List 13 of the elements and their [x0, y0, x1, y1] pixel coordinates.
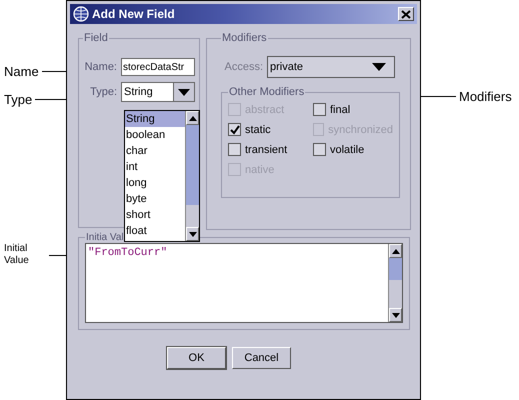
field-label: Name:	[84, 61, 117, 73]
code-text: "FromToCurr"	[87, 246, 168, 261]
callout-label: Type	[4, 92, 32, 107]
callout-label: Name	[4, 64, 39, 79]
window-title: Add New Field	[92, 7, 176, 21]
group-legend: Other Modifiers	[228, 86, 306, 98]
field-label: Type:	[89, 86, 117, 98]
callout-label: Initial Value	[4, 243, 30, 267]
field-label: Access:	[223, 61, 263, 73]
group-legend: Modifiers	[221, 32, 268, 44]
group-legend: Field	[83, 32, 109, 44]
callout-label: Modifiers	[459, 89, 512, 104]
group-legend: Initia Val	[85, 232, 125, 243]
